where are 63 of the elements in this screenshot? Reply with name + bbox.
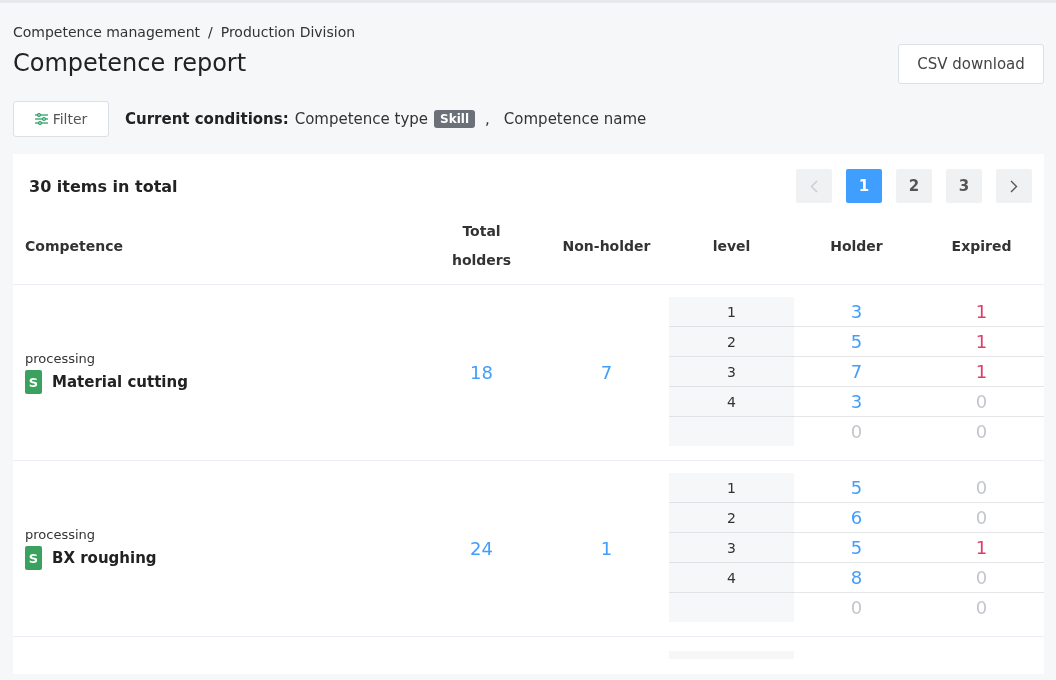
column-header: Total holders — [450, 222, 513, 270]
non-holder-link[interactable]: 7 — [600, 362, 613, 383]
level-cell: 2 — [669, 327, 794, 357]
holder-count[interactable]: 5 — [850, 537, 863, 558]
filter-sliders-icon — [34, 113, 48, 125]
chevron-left-icon — [810, 179, 818, 193]
page-button[interactable]: 3 — [946, 169, 982, 203]
expired-count[interactable]: 1 — [975, 537, 988, 558]
level-cell: 3 — [669, 533, 794, 563]
level-cell: 3 — [669, 357, 794, 387]
condition-separator: , — [485, 110, 490, 128]
condition-tag: Skill — [434, 110, 476, 128]
level-cell: 1 — [669, 297, 794, 327]
expired-count[interactable]: 1 — [975, 331, 988, 352]
holder-count[interactable]: 3 — [850, 301, 863, 322]
holder-count[interactable]: 7 — [850, 361, 863, 382]
expired-count: 0 — [975, 391, 988, 412]
page-button[interactable]: 2 — [896, 169, 932, 203]
column-header: Holder — [830, 236, 883, 256]
breadcrumb-separator: / — [208, 24, 213, 40]
page-title: Competence report — [13, 49, 248, 77]
competence-category: processing — [25, 527, 97, 542]
column-header: level — [712, 236, 751, 256]
column-header: Expired — [951, 236, 1012, 256]
skill-badge: S — [25, 370, 42, 394]
expired-count: 0 — [975, 597, 988, 618]
competence-category: processing — [25, 351, 97, 366]
competence-name: BX roughing — [52, 549, 157, 567]
page-button[interactable]: 1 — [846, 169, 882, 203]
competence-name: Material cutting — [52, 373, 188, 391]
csv-download-button[interactable]: CSV download — [898, 44, 1044, 84]
holder-count: 0 — [850, 597, 863, 618]
expired-count: 0 — [975, 567, 988, 588]
expired-count[interactable]: 1 — [975, 301, 988, 322]
level-cell: 2 — [669, 503, 794, 533]
level-cell: 4 — [669, 387, 794, 417]
breadcrumb-link[interactable]: Competence management — [13, 24, 200, 40]
holder-count[interactable]: 5 — [850, 477, 863, 498]
condition-text: Competence name — [503, 110, 647, 128]
holder-count[interactable]: 5 — [850, 331, 863, 352]
conditions-label: Current conditions: — [125, 110, 289, 128]
chevron-right-icon — [1010, 179, 1018, 193]
column-header: Non-holder — [562, 236, 651, 256]
holder-count[interactable]: 8 — [850, 567, 863, 588]
expired-count[interactable]: 1 — [975, 361, 988, 382]
next-page-button[interactable] — [996, 169, 1032, 203]
column-header: Competence — [25, 236, 123, 256]
expired-count: 0 — [975, 507, 988, 528]
holder-count: 0 — [850, 421, 863, 442]
level-cell: 4 — [669, 563, 794, 593]
total-count: 30 items in total — [29, 176, 178, 196]
holder-count[interactable]: 3 — [850, 391, 863, 412]
total-holders-link[interactable]: 18 — [470, 362, 493, 383]
non-holder-link[interactable]: 1 — [600, 538, 613, 559]
filter-button[interactable]: Filter — [13, 101, 109, 137]
breadcrumb-link[interactable]: Production Division — [220, 24, 356, 40]
condition-text: Competence type — [294, 110, 429, 128]
total-holders-link[interactable]: 24 — [470, 538, 493, 559]
holder-count[interactable]: 6 — [850, 507, 863, 528]
skill-badge: S — [25, 546, 42, 570]
expired-count: 0 — [975, 477, 988, 498]
level-cell: 1 — [669, 473, 794, 503]
expired-count: 0 — [975, 421, 988, 442]
